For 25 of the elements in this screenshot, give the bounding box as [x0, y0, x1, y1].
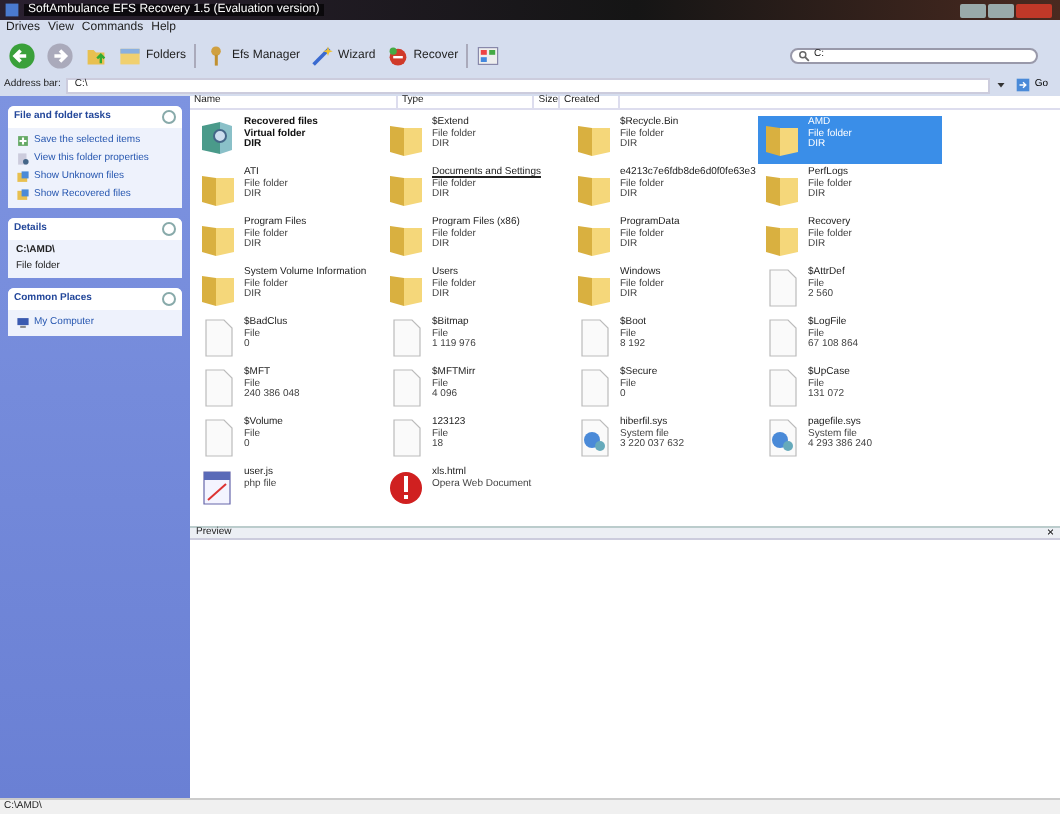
- folder-search-icon: [198, 118, 238, 158]
- search-icon: [798, 50, 810, 62]
- folder-up-icon: [84, 44, 108, 68]
- wizard-icon: [310, 44, 335, 68]
- close-button[interactable]: [1016, 3, 1052, 17]
- collapse-button[interactable]: [162, 110, 176, 124]
- views-icon: [476, 44, 501, 68]
- folder-up-button[interactable]: [82, 44, 110, 68]
- save-icon: [16, 134, 30, 148]
- forward-arrow-icon: [46, 42, 74, 70]
- dropdown-icon: [996, 80, 1007, 90]
- back-arrow-button[interactable]: [6, 42, 38, 70]
- minimize-button[interactable]: [960, 3, 986, 17]
- computer-icon: [16, 316, 30, 330]
- error-icon: [386, 468, 426, 508]
- app-icon: [4, 2, 20, 18]
- forward-arrow-button[interactable]: [44, 42, 76, 70]
- maximize-button[interactable]: [988, 3, 1014, 17]
- recover-icon: [385, 44, 410, 68]
- folders-icon: [118, 44, 142, 68]
- views-button[interactable]: [474, 44, 503, 68]
- collapse-button[interactable]: [162, 292, 176, 306]
- collapse-button[interactable]: [162, 222, 176, 236]
- go-arrow-icon: [1016, 78, 1031, 92]
- properties-icon: [16, 152, 30, 166]
